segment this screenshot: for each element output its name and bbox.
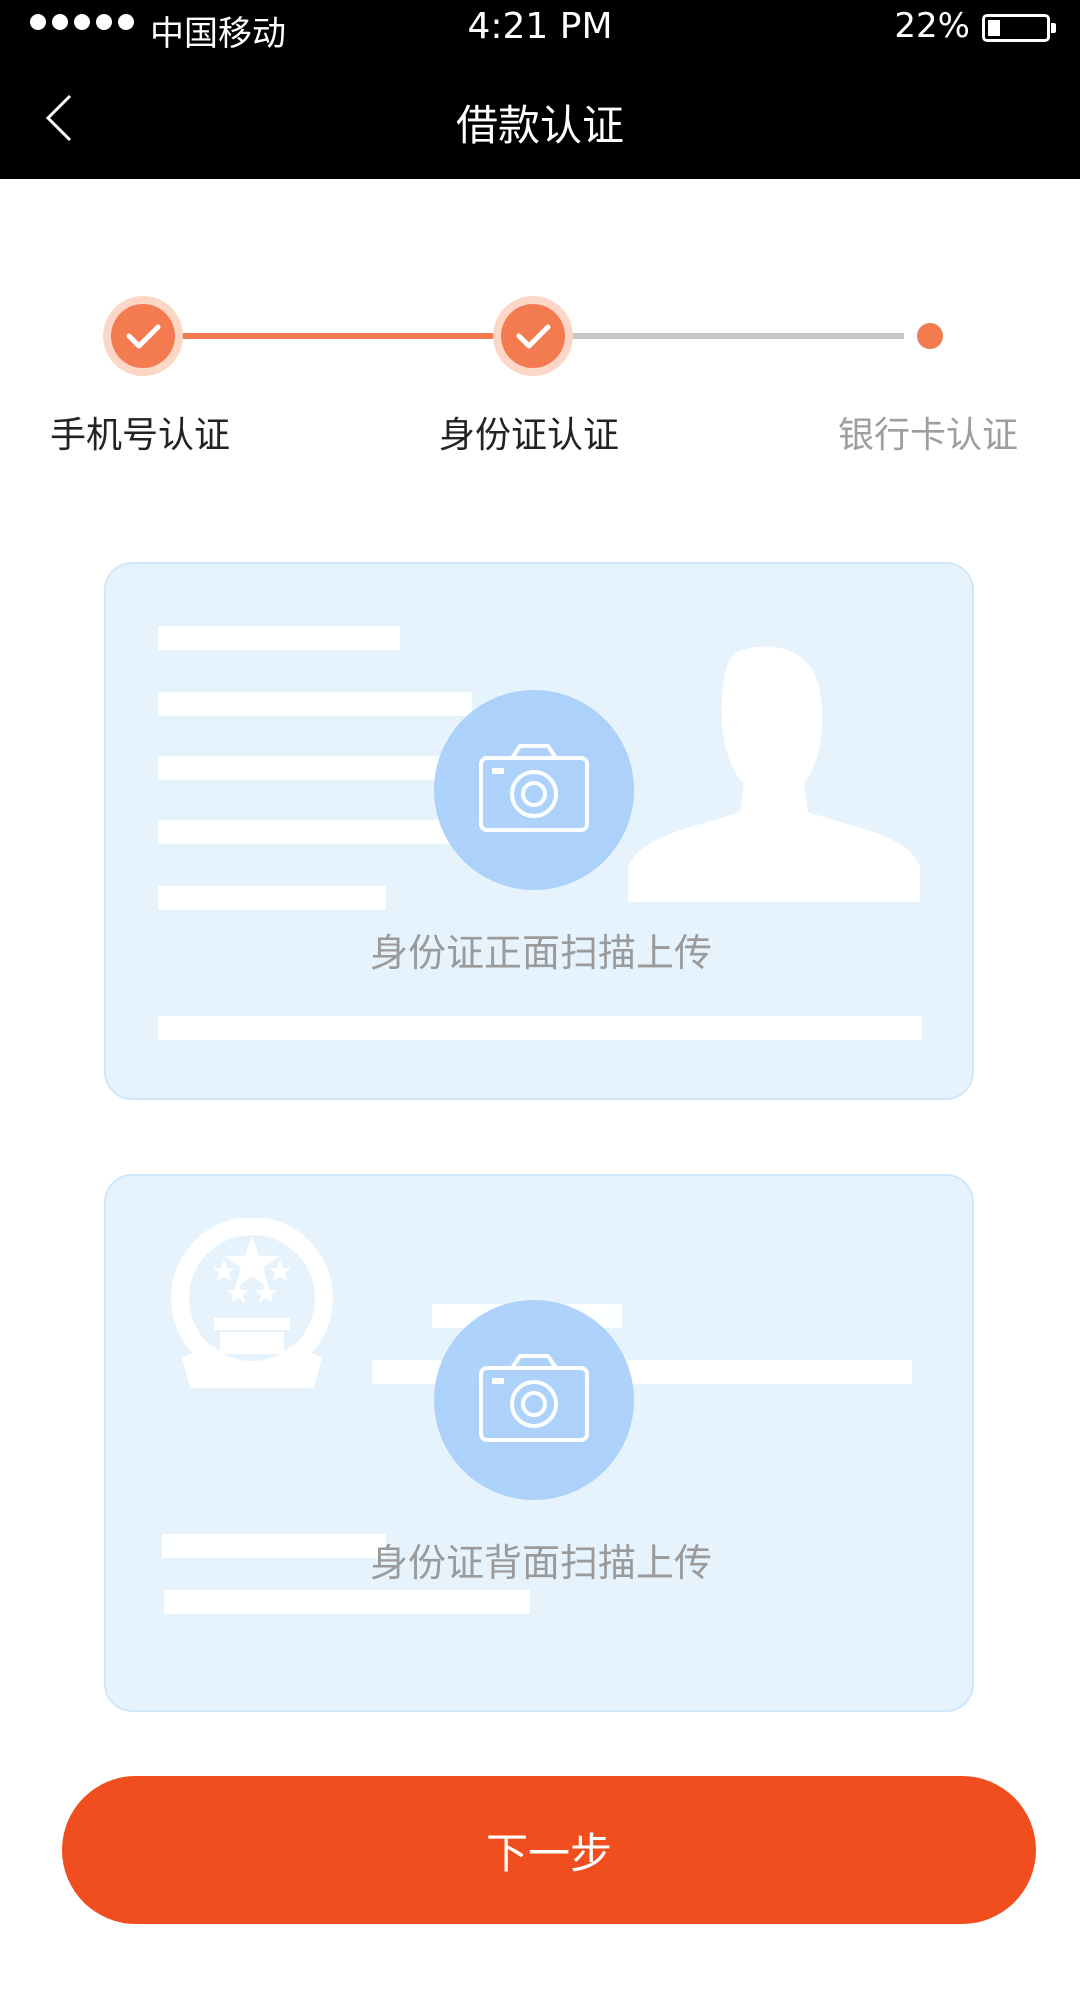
national-emblem-icon	[171, 1218, 333, 1388]
progress-stepper: 手机号认证 身份证认证 银行卡认证	[0, 260, 1080, 480]
battery-percent: 22%	[894, 6, 970, 46]
back-upload-label: 身份证背面扫描上传	[369, 1541, 712, 1585]
camera-button[interactable]	[434, 690, 634, 890]
camera-icon	[479, 744, 589, 832]
placeholder-bar	[158, 626, 400, 650]
step-1-check-icon	[103, 296, 183, 376]
placeholder-bar	[158, 1016, 922, 1040]
placeholder-bar	[158, 886, 386, 910]
camera-icon	[479, 1354, 589, 1442]
step-3-dot-icon	[917, 323, 943, 349]
stepper-line-pending	[532, 333, 904, 339]
camera-button[interactable]	[434, 1300, 634, 1500]
step-2-check-icon	[493, 296, 573, 376]
battery-icon	[982, 14, 1056, 42]
placeholder-bar	[158, 692, 472, 716]
stepper-line-completed	[143, 333, 495, 339]
step-label-phone: 手机号认证	[50, 415, 231, 456]
placeholder-bar	[626, 1360, 912, 1384]
next-step-button[interactable]: 下一步	[62, 1776, 1036, 1924]
step-label-id-card: 身份证认证	[439, 415, 620, 456]
front-upload-label: 身份证正面扫描上传	[369, 931, 712, 975]
placeholder-bar	[158, 756, 472, 780]
placeholder-bar	[164, 1590, 530, 1614]
step-label-bank-card: 银行卡认证	[838, 415, 1019, 456]
portrait-silhouette-icon	[628, 646, 920, 902]
status-bar: 中国移动 4:21 PM 22%	[0, 0, 1080, 58]
page-title: 借款认证	[455, 101, 624, 150]
nav-bar: 借款认证	[0, 58, 1080, 179]
id-back-upload-card[interactable]: 身份证背面扫描上传	[104, 1174, 974, 1712]
id-front-upload-card[interactable]: 身份证正面扫描上传	[104, 562, 974, 1100]
